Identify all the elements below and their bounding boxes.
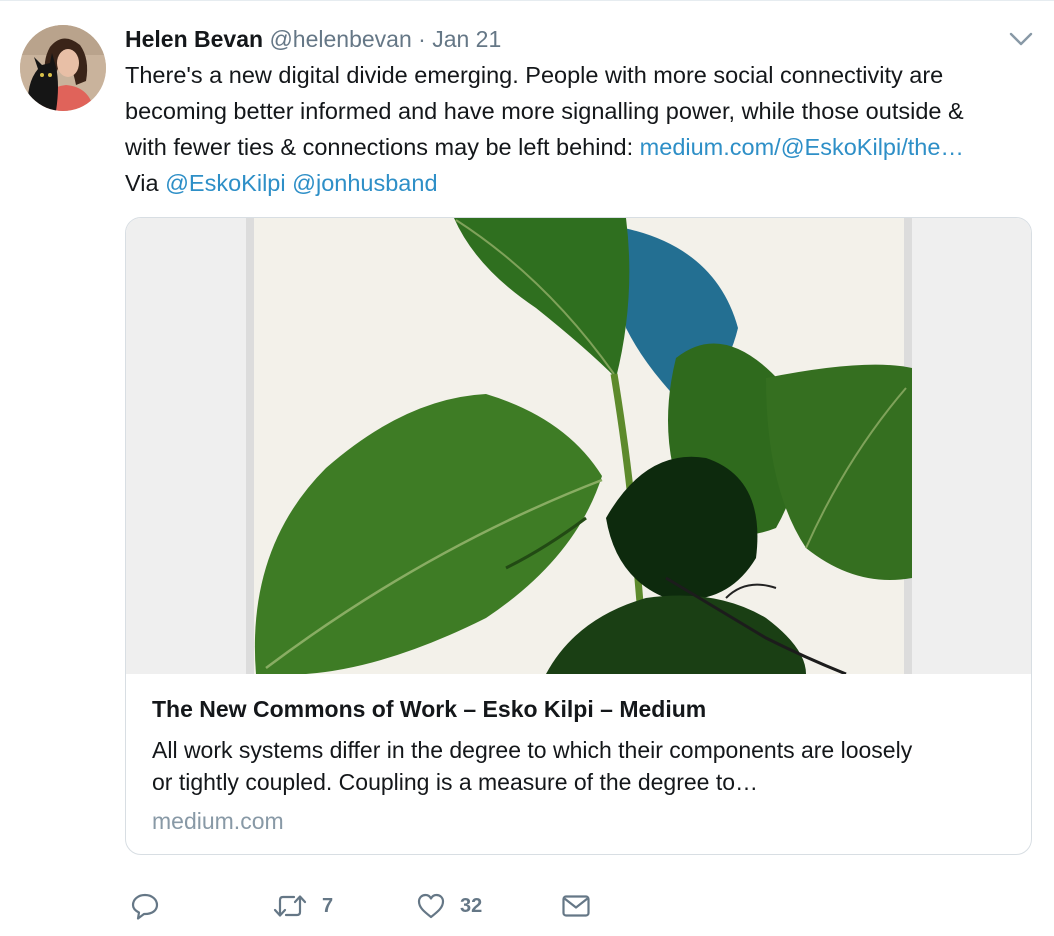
- chevron-down-icon[interactable]: [1008, 29, 1034, 49]
- author-name[interactable]: Helen Bevan: [125, 26, 263, 52]
- tweet-text-line: becoming better informed and have more s…: [125, 98, 964, 124]
- card-image: [126, 218, 1031, 674]
- like-count: 32: [460, 894, 483, 917]
- like-button[interactable]: 32: [416, 889, 482, 923]
- mention-jonhusband[interactable]: @jonhusband: [292, 170, 437, 196]
- mention-eskokilpi[interactable]: @EskoKilpi: [165, 170, 286, 196]
- retweet-button[interactable]: 7: [272, 889, 333, 923]
- separator-dot: ·: [418, 26, 426, 52]
- tweet-url-link[interactable]: medium.com/@EskoKilpi/the…: [640, 134, 964, 160]
- card-title[interactable]: The New Commons of Work – Esko Kilpi – M…: [152, 694, 706, 724]
- tweet-text-line: with fewer ties & connections may be lef…: [125, 129, 1040, 165]
- avatar[interactable]: [20, 25, 106, 111]
- tweet-actions: 7 32: [130, 889, 730, 923]
- direct-message-button[interactable]: [560, 889, 592, 923]
- via-label: Via: [125, 170, 166, 196]
- tweet-text-line: There's a new digital divide emerging. P…: [125, 62, 944, 88]
- reply-icon: [131, 893, 159, 920]
- envelope-icon: [562, 895, 590, 917]
- heart-icon: [417, 893, 445, 919]
- tweet-date[interactable]: Jan 21: [432, 26, 501, 52]
- link-card[interactable]: The New Commons of Work – Esko Kilpi – M…: [125, 217, 1032, 855]
- plant-leaves-image: [246, 218, 912, 674]
- tweet[interactable]: Helen Bevan @helenbevan · Jan 21 There's…: [0, 0, 1054, 936]
- reply-button[interactable]: [130, 889, 160, 923]
- card-description: All work systems differ in the degree to…: [152, 734, 1012, 798]
- card-description-line: or tightly coupled. Coupling is a measur…: [152, 769, 759, 795]
- author-handle[interactable]: @helenbevan: [269, 26, 411, 52]
- card-description-line: All work systems differ in the degree to…: [152, 737, 913, 763]
- avatar-image: [20, 25, 106, 111]
- tweet-header: Helen Bevan @helenbevan · Jan 21: [125, 25, 501, 53]
- retweet-count: 7: [322, 894, 334, 917]
- tweet-text-line: Via @EskoKilpi @jonhusband: [125, 165, 1040, 201]
- tweet-text: There's a new digital divide emerging. P…: [125, 57, 1040, 201]
- tweet-text-line-prefix: with fewer ties & connections may be lef…: [125, 134, 640, 160]
- retweet-icon: [273, 895, 307, 917]
- card-domain: medium.com: [152, 808, 284, 834]
